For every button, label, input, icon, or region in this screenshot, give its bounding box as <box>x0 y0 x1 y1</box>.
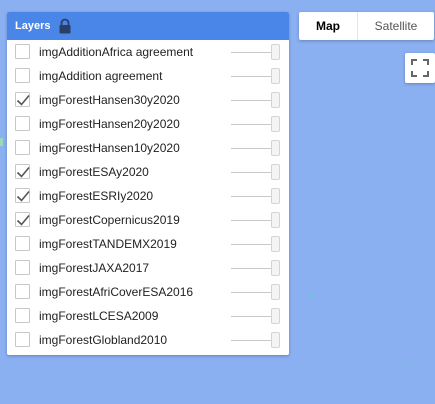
checkmark-icon <box>16 214 30 226</box>
layer-label: imgForestGlobland2010 <box>39 333 168 347</box>
lock-icon[interactable] <box>58 18 72 34</box>
layer-label: imgForestAfriCoverESA2016 <box>39 285 194 299</box>
layer-row: imgForestCopernicus2019 <box>7 208 289 232</box>
opacity-slider-thumb[interactable] <box>271 236 280 252</box>
opacity-slider-thumb[interactable] <box>271 92 280 108</box>
map-type-control: Map Satellite <box>299 12 434 40</box>
layer-label: imgAdditionAfrica agreement <box>39 45 194 59</box>
opacity-slider-thumb[interactable] <box>271 140 280 156</box>
opacity-slider-thumb[interactable] <box>271 68 280 84</box>
opacity-slider-thumb[interactable] <box>271 332 280 348</box>
layer-label: imgForestESAy2020 <box>39 165 149 179</box>
opacity-slider-thumb[interactable] <box>271 284 280 300</box>
layer-row: imgAdditionAfrica agreement <box>7 40 289 64</box>
layer-label: imgForestLCESA2009 <box>39 309 159 323</box>
layer-checkbox[interactable] <box>15 212 30 227</box>
layer-label: imgForestTANDEMX2019 <box>39 237 177 251</box>
layer-row: imgForestESAy2020 <box>7 160 289 184</box>
map-feature <box>0 138 3 146</box>
layers-title: Layers <box>15 20 51 32</box>
checkmark-icon <box>16 190 30 202</box>
layer-row: imgForestTANDEMX2019 <box>7 232 289 256</box>
layer-list: imgAdditionAfrica agreement imgAddition a… <box>7 40 289 352</box>
layers-panel: Layers imgAdditionAfrica agreement imgAdd… <box>7 12 289 355</box>
opacity-slider-thumb[interactable] <box>271 188 280 204</box>
layer-checkbox[interactable] <box>15 260 30 275</box>
checkmark-icon <box>16 166 30 178</box>
checkmark-icon <box>16 94 30 106</box>
opacity-slider-thumb[interactable] <box>271 260 280 276</box>
layer-checkbox[interactable] <box>15 164 30 179</box>
opacity-slider-thumb[interactable] <box>271 212 280 228</box>
layer-label: imgForestCopernicus2019 <box>39 213 180 227</box>
map-feature <box>310 294 313 296</box>
layer-row: imgForestHansen30y2020 <box>7 88 289 112</box>
opacity-slider-thumb[interactable] <box>271 116 280 132</box>
fullscreen-icon <box>411 59 429 77</box>
layer-label: imgForestESRIy2020 <box>39 189 154 203</box>
layer-checkbox[interactable] <box>15 284 30 299</box>
layer-label: imgForestHansen30y2020 <box>39 93 180 107</box>
layer-checkbox[interactable] <box>15 140 30 155</box>
layer-label: imgForestHansen20y2020 <box>39 117 180 131</box>
layer-checkbox[interactable] <box>15 44 30 59</box>
layers-header: Layers <box>7 12 289 40</box>
layer-row: imgForestHansen20y2020 <box>7 112 289 136</box>
fullscreen-button[interactable] <box>405 53 435 83</box>
layer-label: imgAddition agreement <box>39 69 163 83</box>
layer-label: imgForestJAXA2017 <box>39 261 150 275</box>
layer-checkbox[interactable] <box>15 332 30 347</box>
layer-checkbox[interactable] <box>15 116 30 131</box>
layer-checkbox[interactable] <box>15 236 30 251</box>
map-type-satellite-button[interactable]: Satellite <box>358 12 434 40</box>
layer-row: imgForestJAXA2017 <box>7 256 289 280</box>
layer-row: imgForestLCESA2009 <box>7 304 289 328</box>
opacity-slider-thumb[interactable] <box>271 164 280 180</box>
layer-label: imgForestHansen10y2020 <box>39 141 180 155</box>
layer-row: imgForestGlobland2010 <box>7 328 289 352</box>
layer-checkbox[interactable] <box>15 188 30 203</box>
layer-row: imgForestHansen10y2020 <box>7 136 289 160</box>
layer-checkbox[interactable] <box>15 68 30 83</box>
map-feature <box>403 364 406 366</box>
layer-row: imgForestESRIy2020 <box>7 184 289 208</box>
map-type-map-button[interactable]: Map <box>299 12 357 40</box>
layer-checkbox[interactable] <box>15 92 30 107</box>
layer-row: imgForestAfriCoverESA2016 <box>7 280 289 304</box>
opacity-slider-thumb[interactable] <box>271 308 280 324</box>
opacity-slider-thumb[interactable] <box>271 44 280 60</box>
layer-checkbox[interactable] <box>15 308 30 323</box>
layer-row: imgAddition agreement <box>7 64 289 88</box>
